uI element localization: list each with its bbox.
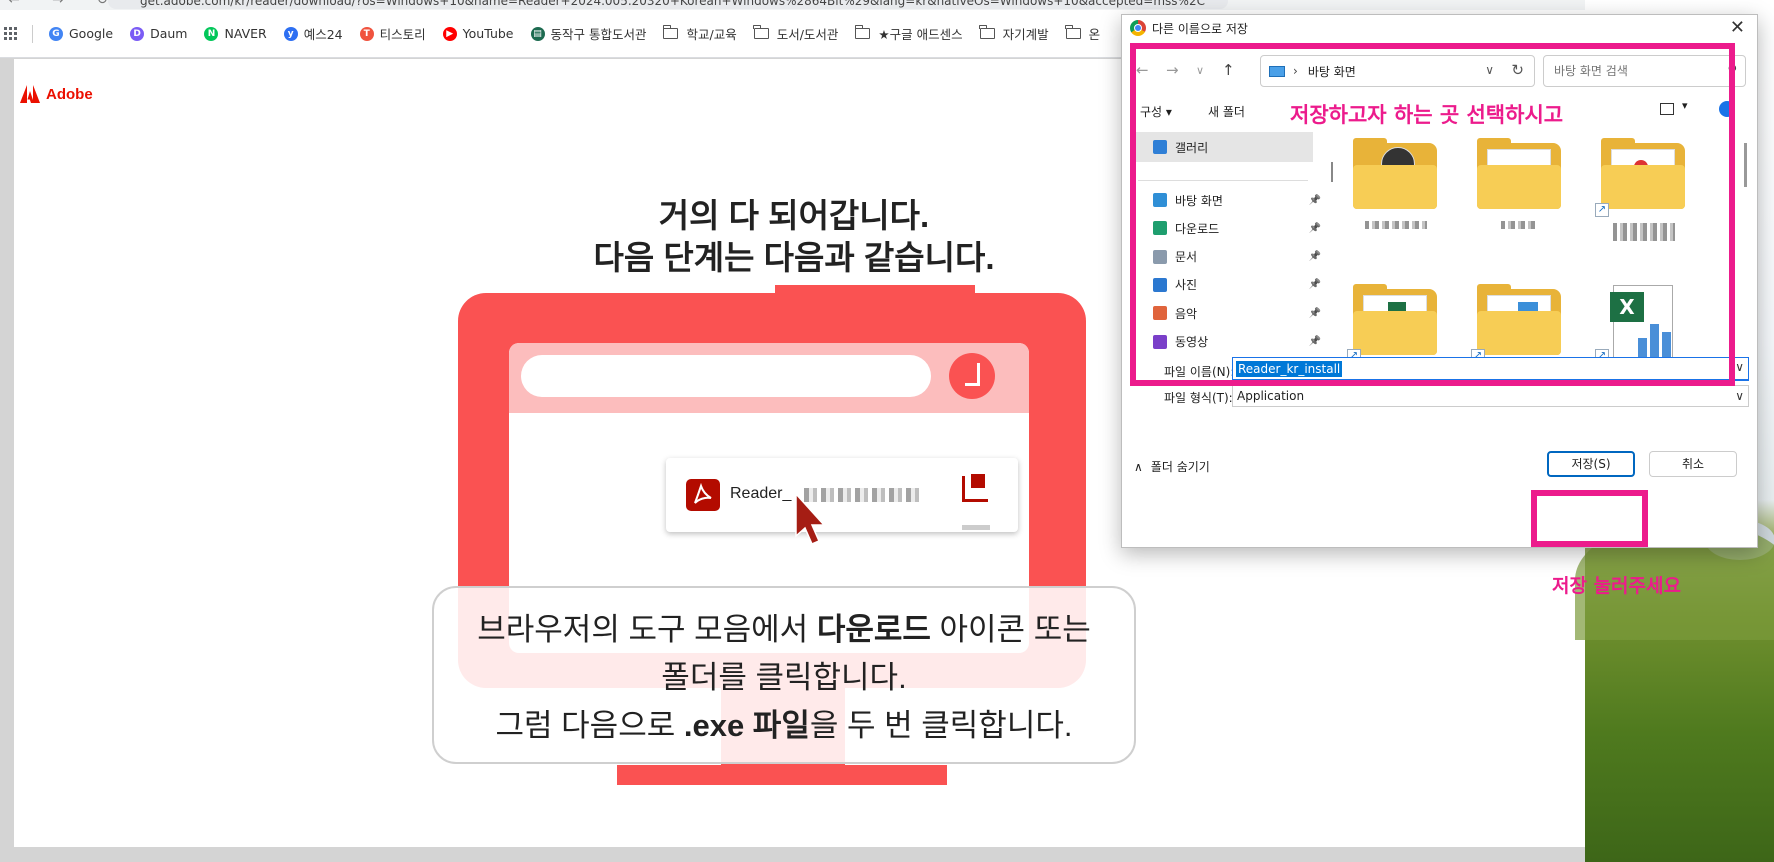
- instruction-text: 그럼 다음으로: [495, 708, 684, 743]
- bookmark-item[interactable]: G Google: [49, 26, 113, 41]
- instruction-line-2: 그럼 다음으로 .exe 파일을 두 번 클릭합니다.: [460, 702, 1108, 750]
- file-grid-scrollbar[interactable]: [1744, 143, 1747, 187]
- window-left-edge: [0, 59, 14, 862]
- bookmark-label: 동작구 통합도서관: [550, 27, 647, 42]
- adobe-logo-text: Adobe: [46, 85, 93, 103]
- favicon-icon: G: [49, 26, 63, 41]
- bookmark-item[interactable]: ▶ YouTube: [442, 26, 514, 41]
- folder-icon: [662, 25, 679, 39]
- bookmark-label: 도서/도서관: [776, 27, 839, 42]
- annotation-press-save: 저장 눌러주세요: [1552, 575, 1681, 597]
- bookmark-item[interactable]: 자기계발: [979, 24, 1049, 43]
- instruction-bold-exe: .exe 파일: [683, 708, 810, 743]
- browser-nav-arrows-icon[interactable]: ← → ↻: [8, 0, 122, 8]
- bookmark-item[interactable]: 도서/도서관: [753, 24, 839, 43]
- bookmark-item[interactable]: D Daum: [130, 26, 187, 41]
- download-chip-illustration: Reader_: [666, 458, 1018, 532]
- bookmark-label: 학교/교육: [686, 27, 737, 42]
- bookmark-item[interactable]: 학교/교육: [662, 24, 737, 43]
- window-bottom-edge: [0, 847, 1585, 862]
- bookmark-item[interactable]: ▤ 동작구 통합도서관: [530, 24, 647, 43]
- acrobat-pdf-icon: [686, 479, 720, 511]
- bookmark-label: 예스24: [303, 27, 343, 42]
- favicon-icon: y: [283, 26, 298, 41]
- bookmark-label: 자기계발: [1002, 27, 1049, 42]
- chevron-up-icon: ∧: [1134, 459, 1143, 474]
- instruction-text: 브라우저의 도구 모음에서: [477, 612, 817, 647]
- monitor-search-bar: [521, 355, 931, 397]
- bookmark-label: YouTube: [462, 26, 514, 41]
- headline-line-1: 거의 다 되어갑니다.: [658, 197, 930, 234]
- open-file-icon: [962, 474, 988, 502]
- apps-grid-icon[interactable]: [4, 26, 18, 41]
- close-icon[interactable]: ✕: [1730, 17, 1745, 38]
- folder-icon: [1065, 25, 1081, 39]
- download-progress-bar: [962, 525, 990, 530]
- instruction-callout: 브라우저의 도구 모음에서 다운로드 아이콘 또는 폴더를 클릭합니다. 그럼 …: [432, 586, 1136, 764]
- file-name-dropdown-icon[interactable]: ∨: [1735, 360, 1744, 374]
- folder-icon: [979, 25, 995, 39]
- favicon-icon: ▶: [442, 26, 457, 41]
- favicon-icon: ▤: [530, 26, 545, 41]
- instruction-line-1: 브라우저의 도구 모음에서 다운로드 아이콘 또는 폴더를 클릭합니다.: [460, 606, 1108, 702]
- bookmark-item[interactable]: y 예스24: [283, 24, 343, 43]
- chrome-icon: [1130, 20, 1146, 36]
- dialog-footer: ∧ 폴더 숨기기 저장(S) 취소: [1122, 433, 1757, 493]
- file-type-select[interactable]: Application ∨: [1232, 385, 1749, 407]
- bookmark-item[interactable]: T 티스토리: [359, 24, 426, 43]
- bookmark-label: Google: [69, 26, 114, 41]
- bookmark-label: ★구글 애드센스: [878, 27, 963, 42]
- adobe-logo[interactable]: Adobe: [20, 85, 93, 103]
- download-file-name: Reader_: [730, 485, 792, 502]
- highlight-box-location: [1130, 43, 1735, 386]
- monitor-base: [617, 765, 947, 785]
- save-button[interactable]: 저장(S): [1547, 451, 1635, 477]
- instruction-bold-download: 다운로드: [816, 612, 931, 647]
- url-field[interactable]: get.adobe.com/kr/reader/download/?os=Win…: [108, 0, 1228, 9]
- mouse-pointer-icon: [795, 492, 826, 545]
- favicon-icon: T: [359, 26, 374, 41]
- file-type-row: 파일 형식(T): Application ∨: [1122, 383, 1757, 409]
- bookmark-label: 온: [1088, 27, 1101, 42]
- favicon-icon: N: [204, 26, 219, 41]
- address-bar-area: ← → ↻ get.adobe.com/kr/reader/download/?…: [0, 0, 1585, 10]
- adobe-logo-icon: [20, 85, 40, 103]
- file-type-label: 파일 형식(T):: [1164, 391, 1233, 405]
- folder-icon: [854, 25, 871, 39]
- headline-line-2: 다음 단계는 다음과 같습니다.: [593, 239, 995, 276]
- instruction-text: 을 두 번 클릭합니다.: [809, 708, 1073, 743]
- file-type-value: Application: [1237, 389, 1305, 403]
- bookmark-label: Daum: [150, 26, 188, 41]
- page-headline: 거의 다 되어갑니다. 다음 단계는 다음과 같습니다.: [434, 195, 1154, 279]
- favicon-icon: D: [130, 26, 145, 41]
- highlight-box-save: [1531, 490, 1648, 547]
- bookmark-item[interactable]: ★구글 애드센스: [854, 24, 963, 43]
- folder-icon: [753, 25, 769, 39]
- dialog-title-bar[interactable]: 다른 이름으로 저장 ✕: [1122, 15, 1757, 41]
- bookmark-item[interactable]: N NAVER: [204, 26, 267, 41]
- bookmark-separator: [32, 24, 33, 43]
- bookmark-list: G Google D Daum N NAVER y 예스24 T 티스토리 ▶ YouTube ▤ 동작구…: [49, 24, 1117, 43]
- dialog-title: 다른 이름으로 저장: [1152, 21, 1248, 36]
- hide-folders-toggle[interactable]: ∧ 폴더 숨기기: [1134, 458, 1210, 475]
- bookmark-item[interactable]: 온: [1065, 24, 1101, 43]
- bookmark-label: NAVER: [224, 26, 267, 41]
- annotation-select-location: 저장하고자 하는 곳 선택하시고: [1290, 103, 1564, 127]
- cancel-button[interactable]: 취소: [1649, 451, 1737, 477]
- bookmark-label: 티스토리: [379, 27, 426, 42]
- monitor-download-icon: [949, 353, 995, 399]
- file-type-dropdown-icon[interactable]: ∨: [1735, 386, 1744, 406]
- hide-folders-label: 폴더 숨기기: [1150, 460, 1210, 474]
